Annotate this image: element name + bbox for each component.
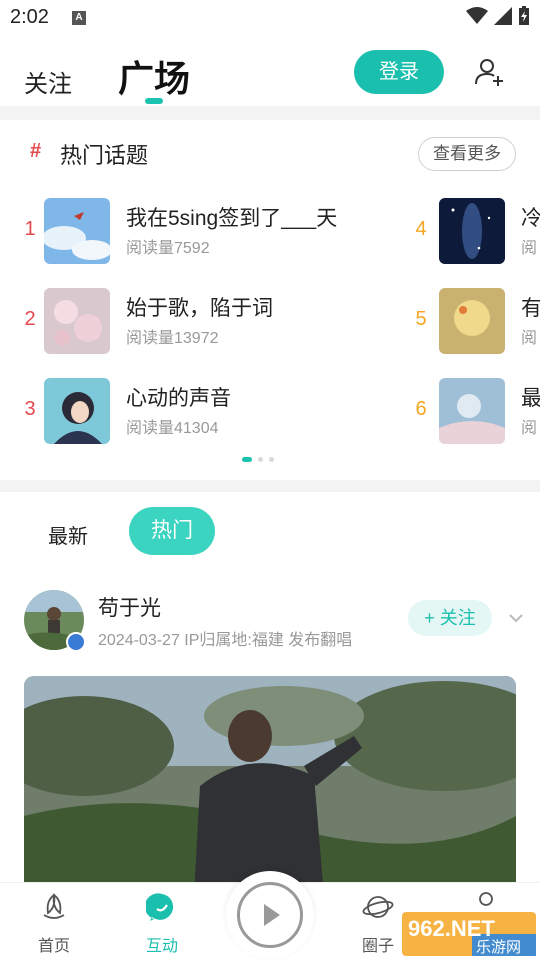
chevron-down-icon[interactable] xyxy=(508,612,524,624)
topic-thumbnail xyxy=(439,198,505,264)
topic-item[interactable]: 3 心动的声音 阅读量41304 xyxy=(20,378,400,444)
topic-rank: 3 xyxy=(24,398,36,420)
home-leaf-icon xyxy=(43,893,65,919)
topic-thumbnail xyxy=(44,198,110,264)
view-more-button[interactable]: 查看更多 xyxy=(418,137,516,171)
topic-item[interactable]: 4 冷 阅 xyxy=(411,198,540,264)
topic-item[interactable]: 1 我在5sing签到了___天 阅读量7592 xyxy=(20,198,400,264)
nav-label: 互动 xyxy=(145,938,178,955)
feed-post: 苟于光 2024-03-27 IP归属地:福建 发布翻唱 + 关注 xyxy=(0,572,540,896)
post-image[interactable] xyxy=(24,676,516,896)
pager-dot xyxy=(258,457,263,462)
status-bar: 2:02 A xyxy=(0,0,540,36)
follow-button[interactable]: + 关注 xyxy=(408,600,492,636)
svg-text:乐游网: 乐游网 xyxy=(476,938,521,956)
status-time: 2:02 xyxy=(10,6,49,28)
topic-rank: 4 xyxy=(415,218,427,240)
user-name[interactable]: 苟于光 xyxy=(98,592,161,622)
battery-icon xyxy=(519,6,529,25)
topic-thumbnail xyxy=(439,288,505,354)
topic-name: 冷 xyxy=(521,207,540,230)
chat-bubble-icon xyxy=(144,893,174,921)
topic-item[interactable]: 5 有 阅 xyxy=(411,288,540,354)
topic-rank: 5 xyxy=(415,308,427,330)
topic-name: 始于歌，陷于词 xyxy=(126,297,273,320)
topic-name: 最 xyxy=(521,387,540,410)
topic-name: 我在5sing签到了___天 xyxy=(126,207,338,230)
post-meta: 2024-03-27 IP归属地:福建 发布翻唱 xyxy=(98,632,353,649)
notification-a-icon: A xyxy=(72,11,86,25)
hash-icon: # xyxy=(30,140,42,162)
signal-icon xyxy=(494,7,512,25)
planet-icon xyxy=(362,896,394,918)
topic-rank: 2 xyxy=(24,308,36,330)
section-divider xyxy=(0,106,540,120)
topic-read-count: 阅读量13972 xyxy=(126,330,219,347)
wifi-icon xyxy=(466,7,488,24)
top-header: 关注 广场 登录 xyxy=(0,36,540,106)
add-user-icon[interactable] xyxy=(474,56,506,88)
hot-topics-title: 热门话题 xyxy=(60,143,149,168)
site-watermark-logo: 962.NET 乐游网 xyxy=(402,912,536,956)
topic-read-count: 阅 xyxy=(521,420,538,437)
pager-dot xyxy=(242,457,252,462)
play-icon xyxy=(264,904,280,926)
tab-latest[interactable]: 最新 xyxy=(48,520,88,549)
topic-thumbnail xyxy=(44,288,110,354)
topic-rank: 6 xyxy=(415,398,427,420)
section-divider xyxy=(0,480,540,492)
carousel-pager xyxy=(242,457,274,462)
active-tab-indicator xyxy=(145,98,163,104)
topic-rank: 1 xyxy=(24,218,36,240)
player-button[interactable] xyxy=(226,871,314,959)
topic-thumbnail xyxy=(44,378,110,444)
tab-hot[interactable]: 热门 xyxy=(129,507,215,555)
topic-name: 心动的声音 xyxy=(126,387,231,410)
nav-label: 首页 xyxy=(37,938,70,955)
tab-follow[interactable]: 关注 xyxy=(24,64,72,99)
feed-tabs: 最新 热门 xyxy=(0,492,540,572)
tab-square[interactable]: 广场 xyxy=(118,50,190,102)
topic-read-count: 阅 xyxy=(521,330,538,347)
verified-badge-icon xyxy=(66,632,86,652)
topic-read-count: 阅 xyxy=(521,240,538,257)
topic-item[interactable]: 2 始于歌，陷于词 阅读量13972 xyxy=(20,288,400,354)
status-icons xyxy=(466,6,530,26)
nav-home[interactable]: 首页 xyxy=(14,891,94,956)
nav-interact[interactable]: 互动 xyxy=(122,891,202,956)
pager-dot xyxy=(269,457,274,462)
topic-thumbnail xyxy=(439,378,505,444)
topic-name: 有 xyxy=(521,297,540,320)
topic-read-count: 阅读量41304 xyxy=(126,420,219,437)
login-button[interactable]: 登录 xyxy=(354,50,444,94)
topic-read-count: 阅读量7592 xyxy=(126,240,210,257)
topic-item[interactable]: 6 最 阅 xyxy=(411,378,540,444)
play-icon-ring xyxy=(237,882,303,948)
hot-topics-section: # 热门话题 查看更多 1 我在5sing签到了___天 阅读量7592 2 始… xyxy=(0,120,540,480)
